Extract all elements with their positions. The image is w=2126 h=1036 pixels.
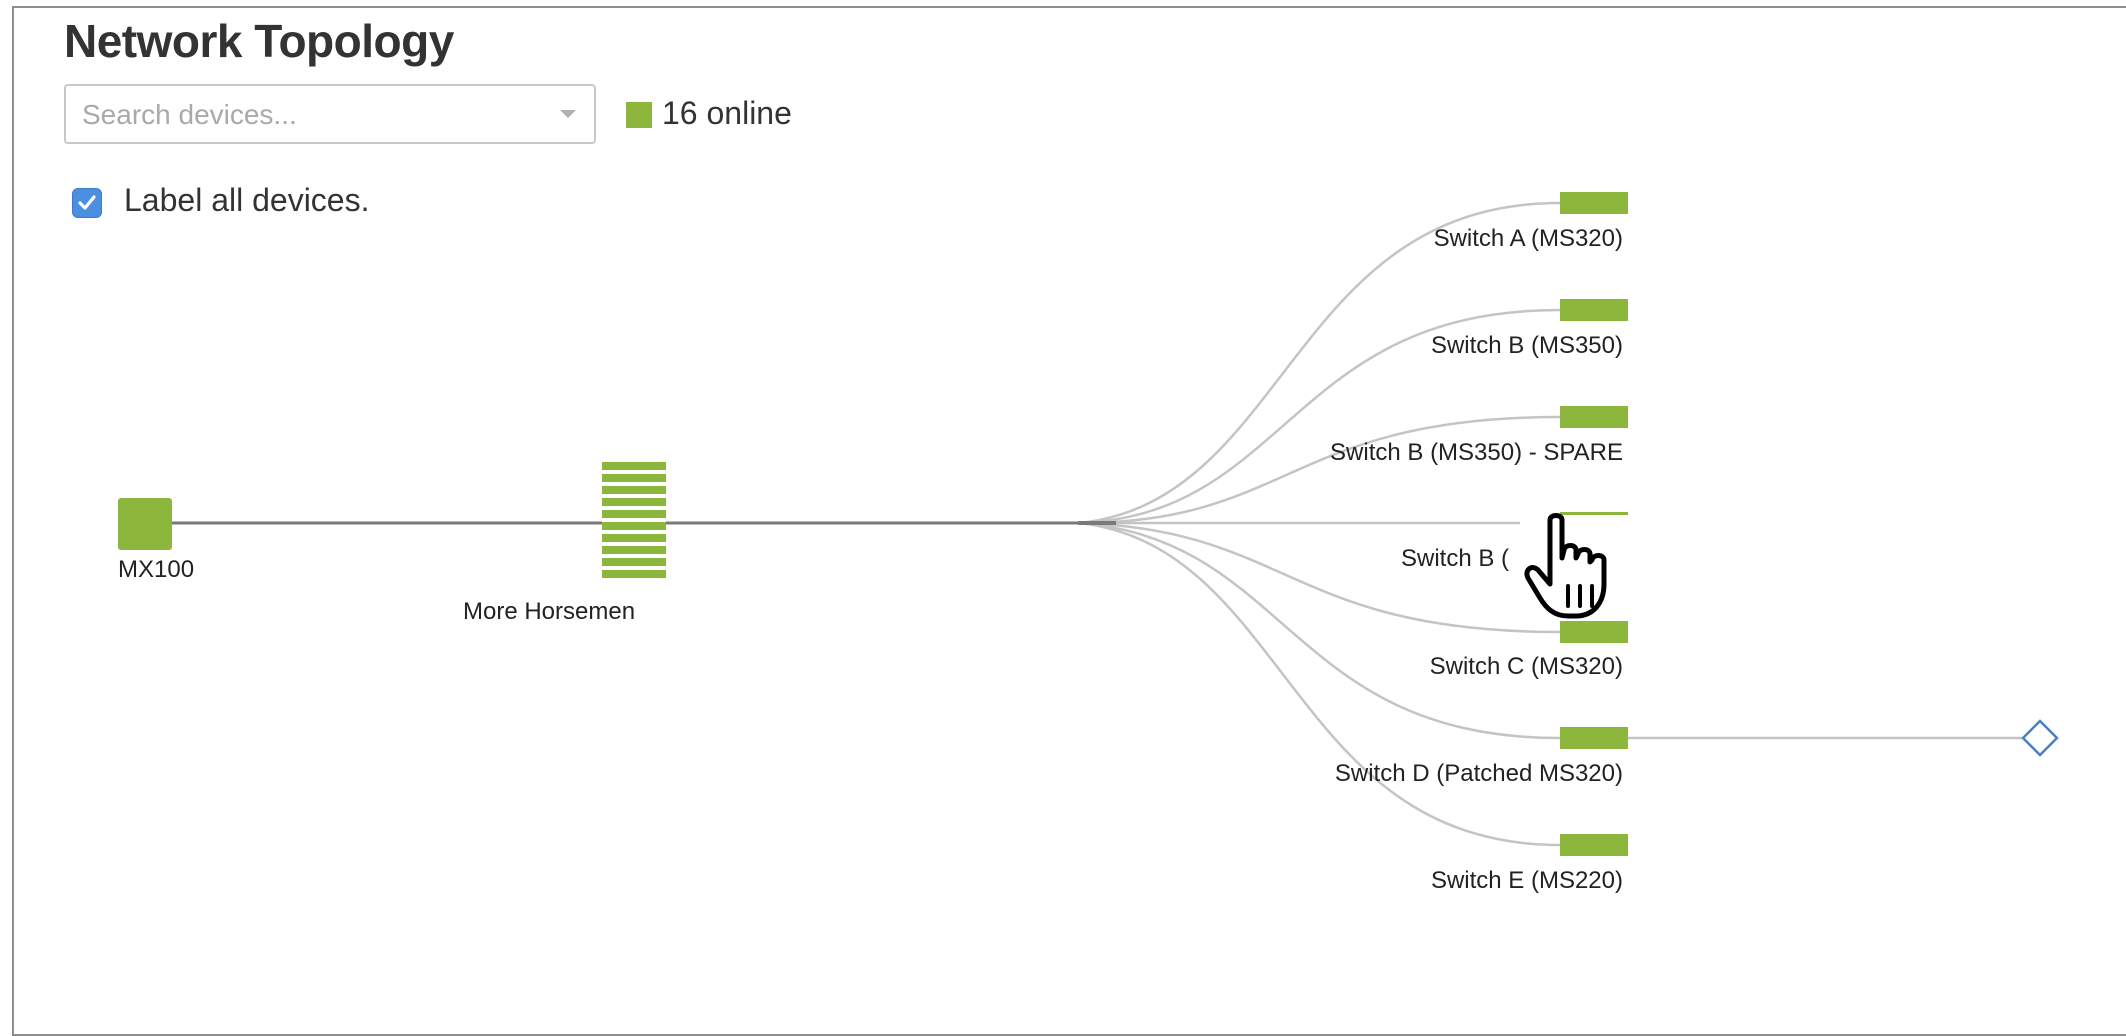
more-horsemen-label: More Horsemen bbox=[463, 598, 635, 625]
link-switch-b-spare bbox=[1079, 415, 1561, 525]
switch-d-label: Switch D (Patched MS320) bbox=[1335, 760, 1623, 787]
stack-member bbox=[602, 534, 666, 542]
switch-icon[interactable] bbox=[1560, 727, 1628, 749]
switch-b-label: Switch B (MS350) bbox=[1431, 332, 1623, 359]
switch-b-hidden-label: Switch B ( bbox=[1401, 545, 1509, 572]
stack-member bbox=[602, 558, 666, 566]
switch-icon[interactable] bbox=[1560, 834, 1628, 856]
switch-a-label: Switch A (MS320) bbox=[1434, 225, 1623, 252]
switch-icon[interactable] bbox=[1560, 621, 1628, 643]
client-device-diamond-icon[interactable] bbox=[2021, 719, 2059, 757]
link-switch-c bbox=[1079, 521, 1561, 634]
stack-member bbox=[602, 546, 666, 554]
stack-member bbox=[602, 474, 666, 482]
hand-pointer-cursor-icon bbox=[1524, 513, 1607, 619]
stack-member bbox=[602, 462, 666, 470]
stack-member bbox=[602, 570, 666, 578]
switch-icon[interactable] bbox=[1560, 299, 1628, 321]
switch-icon[interactable] bbox=[1560, 406, 1628, 428]
switch-icon[interactable] bbox=[1560, 192, 1628, 214]
security-appliance-icon[interactable] bbox=[118, 498, 172, 550]
switch-b-spare-label: Switch B (MS350) - SPARE bbox=[1330, 439, 1623, 466]
stack-member bbox=[602, 522, 666, 530]
mx100-label: MX100 bbox=[118, 556, 194, 583]
stack-member bbox=[602, 498, 666, 506]
switch-c-label: Switch C (MS320) bbox=[1430, 653, 1623, 680]
switch-e-label: Switch E (MS220) bbox=[1431, 867, 1623, 894]
switch-links bbox=[1079, 201, 1561, 847]
switch-stack-icon[interactable] bbox=[602, 462, 666, 578]
stack-member bbox=[602, 486, 666, 494]
stack-member bbox=[602, 510, 666, 518]
topology-graph: MX100 More Horsemen Switch A (MS320) Swi… bbox=[118, 192, 2059, 894]
